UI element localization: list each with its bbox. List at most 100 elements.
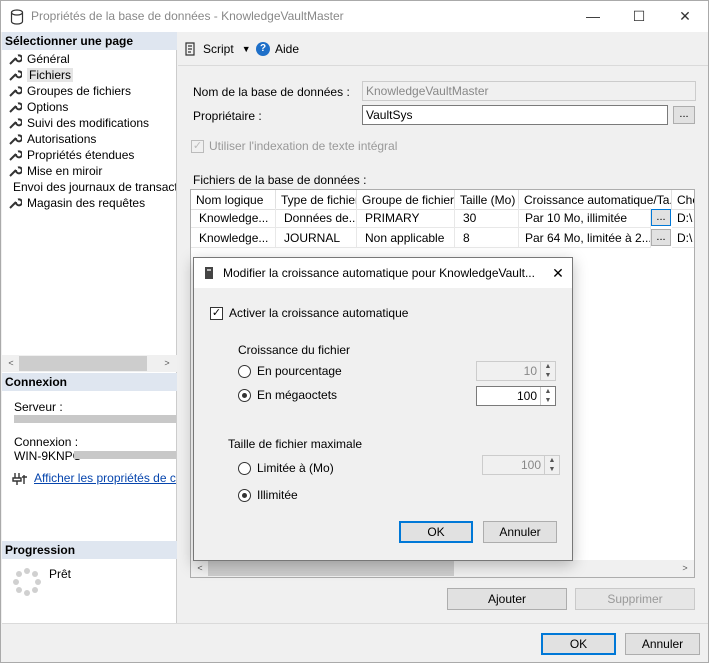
enable-autogrowth-checkbox[interactable]: ✓	[210, 307, 223, 320]
connection-header: Connexion	[2, 373, 177, 391]
stepper-arrows-icon[interactable]: ▲ ▼	[544, 456, 559, 474]
limited-radio[interactable]	[238, 462, 251, 475]
sidebar-item-label: Envoi des journaux de transactio	[13, 180, 176, 194]
sidebar-item-label: Magasin des requêtes	[27, 196, 146, 210]
file-growth-group-label: Croissance du fichier	[238, 343, 351, 357]
sidebar-item-log-shipping[interactable]: Envoi des journaux de transactio	[8, 179, 176, 195]
owner-field[interactable]: VaultSys	[362, 105, 668, 125]
dialog-ok-button[interactable]: OK	[399, 521, 473, 543]
table-row-cell[interactable]: D:\	[672, 208, 694, 228]
properties-window: Propriétés de la base de données - Knowl…	[0, 0, 709, 663]
sidebar-item-change-tracking[interactable]: Suivi des modifications	[8, 115, 149, 131]
sidebar-item-query-store[interactable]: Magasin des requêtes	[8, 195, 145, 211]
wrench-icon	[9, 54, 22, 65]
table-row-cell[interactable]: Knowledge...	[191, 208, 276, 228]
dialog-title: Modifier la croissance automatique pour …	[223, 266, 535, 280]
login-label: Connexion :	[14, 435, 79, 449]
table-row-cell[interactable]: Par 10 Mo, illimitée	[519, 208, 651, 228]
percent-value: 10	[523, 364, 537, 378]
close-button[interactable]: ✕	[662, 1, 708, 32]
table-row-cell[interactable]: JOURNAL	[276, 228, 357, 248]
percent-stepper[interactable]: 10 ▲ ▼	[476, 361, 556, 381]
sidebar-item-label: Fichiers	[27, 68, 74, 82]
scroll-left-arrow-icon[interactable]: <	[4, 356, 18, 371]
table-row-cell[interactable]: Données de...	[276, 208, 357, 228]
script-label: Script	[203, 42, 234, 56]
script-icon	[185, 42, 195, 56]
scroll-left-arrow-icon[interactable]: <	[193, 561, 207, 576]
wrench-icon	[9, 102, 22, 113]
sidebar-item-files[interactable]: Fichiers	[8, 67, 74, 83]
scroll-right-arrow-icon[interactable]: >	[160, 356, 174, 371]
column-header-file-type[interactable]: Type de fichier	[276, 190, 357, 210]
wrench-icon	[9, 150, 22, 161]
sidebar-item-extended-properties[interactable]: Propriétés étendues	[8, 147, 134, 163]
cancel-button[interactable]: Annuler	[625, 633, 700, 655]
chevron-down-icon: ▼	[241, 44, 251, 54]
percent-radio[interactable]	[238, 365, 251, 378]
column-header-autogrowth[interactable]: Croissance automatique/Ta...	[519, 190, 672, 210]
table-row-cell[interactable]: Knowledge...	[191, 228, 276, 248]
dialog-close-button[interactable]: ✕	[544, 258, 572, 288]
table-row-cell[interactable]: Non applicable	[357, 228, 455, 248]
limited-stepper[interactable]: 100 ▲ ▼	[482, 455, 560, 475]
progress-spinner-icon	[13, 568, 41, 596]
remove-button[interactable]: Supprimer	[575, 588, 695, 610]
table-row-cell[interactable]: Par 64 Mo, limitée à 2...	[519, 228, 651, 248]
table-row-cell[interactable]: 30	[455, 208, 519, 228]
grid-scrollbar[interactable]: < >	[191, 560, 694, 577]
dialog-cancel-button[interactable]: Annuler	[483, 521, 557, 543]
megabytes-radio[interactable]	[238, 389, 251, 402]
sidebar-item-label: Suivi des modifications	[27, 116, 150, 130]
stepper-arrows-icon[interactable]: ▲ ▼	[540, 387, 555, 405]
add-button[interactable]: Ajouter	[447, 588, 567, 610]
sidebar-item-mirroring[interactable]: Mise en miroir	[8, 163, 102, 179]
owner-browse-button[interactable]: ...	[673, 106, 695, 124]
ok-button[interactable]: OK	[541, 633, 616, 655]
db-name-field[interactable]: KnowledgeVaultMaster	[362, 81, 696, 101]
stepper-arrows-icon[interactable]: ▲ ▼	[540, 362, 555, 380]
toolbar-divider	[178, 65, 708, 66]
fulltext-checkbox[interactable]: ✓	[191, 140, 204, 153]
sidebar-item-general[interactable]: Général	[8, 51, 70, 67]
percent-label: En pourcentage	[257, 364, 342, 378]
scroll-right-arrow-icon[interactable]: >	[678, 561, 692, 576]
server-label: Serveur :	[14, 400, 63, 414]
dialog-title-bar: Modifier la croissance automatique pour …	[194, 258, 572, 288]
progress-status: Prêt	[49, 567, 72, 581]
table-row-cell[interactable]: PRIMARY	[357, 208, 455, 228]
autogrowth-browse-button[interactable]: ...	[651, 209, 671, 226]
sidebar-scrollbar[interactable]: < >	[2, 355, 177, 372]
enable-autogrowth-label: Activer la croissance automatique	[229, 306, 409, 320]
megabytes-label: En mégaoctets	[257, 388, 338, 402]
megabytes-stepper[interactable]: 100 ▲ ▼	[476, 386, 556, 406]
help-button[interactable]: ? Aide	[256, 39, 299, 59]
sidebar-item-permissions[interactable]: Autorisations	[8, 131, 96, 147]
sidebar-item-filegroups[interactable]: Groupes de fichiers	[8, 83, 131, 99]
sidebar-item-label: Général	[27, 52, 70, 66]
progress-header: Progression	[2, 541, 177, 559]
column-header-filegroup[interactable]: Groupe de fichiers	[357, 190, 455, 210]
owner-label: Propriétaire :	[193, 109, 262, 123]
script-dropdown[interactable]: Script ▼	[184, 39, 251, 59]
column-header-path[interactable]: Che	[672, 190, 694, 210]
unlimited-radio[interactable]	[238, 489, 251, 502]
fulltext-label: Utiliser l'indexation de texte intégral	[209, 139, 398, 153]
table-row-cell[interactable]: 8	[455, 228, 519, 248]
view-connection-properties-link[interactable]: Afficher les propriétés de conn	[34, 471, 176, 485]
sidebar-item-label: Mise en miroir	[27, 164, 103, 178]
connection-plug-icon	[12, 473, 27, 485]
minimize-button[interactable]: —	[570, 1, 616, 32]
column-header-logical-name[interactable]: Nom logique	[191, 190, 276, 210]
scrollbar-thumb[interactable]	[208, 561, 454, 576]
sidebar-item-options[interactable]: Options	[8, 99, 68, 115]
wrench-icon	[9, 198, 22, 209]
wrench-icon	[9, 70, 22, 81]
autogrowth-browse-button[interactable]: ...	[651, 229, 671, 246]
scrollbar-thumb[interactable]	[19, 356, 147, 371]
help-icon: ?	[256, 42, 270, 56]
device-icon	[205, 267, 213, 279]
table-row-cell[interactable]: D:\	[672, 228, 694, 248]
maximize-button[interactable]: ☐	[616, 1, 662, 32]
column-header-size[interactable]: Taille (Mo)	[455, 190, 519, 210]
